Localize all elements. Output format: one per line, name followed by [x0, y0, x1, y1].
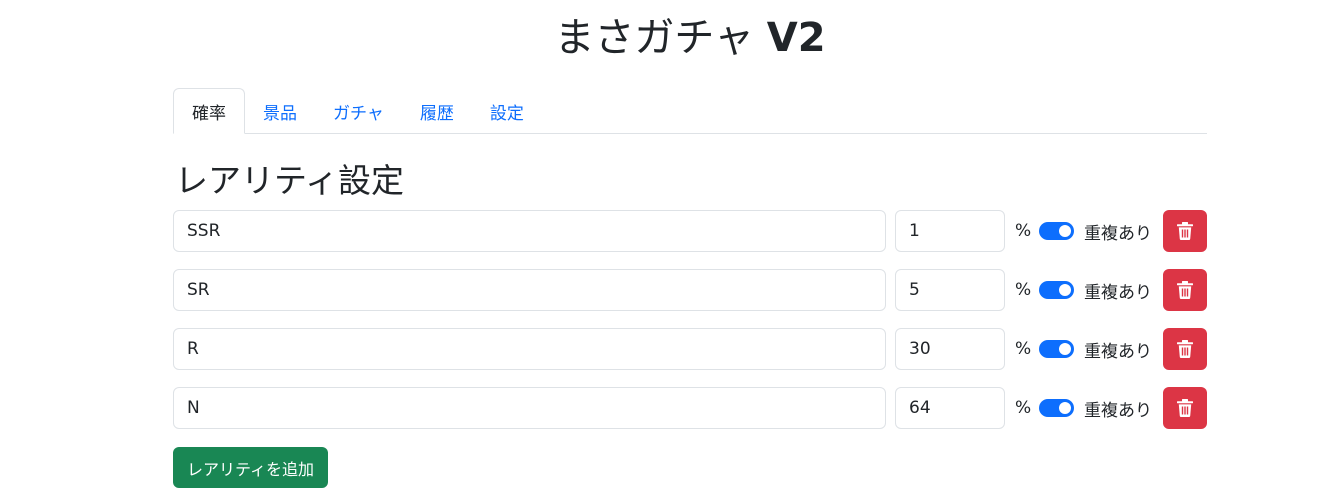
tab-probability[interactable]: 確率 [173, 88, 245, 134]
duplicate-label: 重複あり [1084, 283, 1152, 303]
percent-unit: % [1015, 280, 1032, 300]
app-title-version: V2 [766, 15, 826, 61]
toggle-knob [1059, 343, 1071, 355]
percent-unit: % [1015, 221, 1032, 241]
rarity-row: % 重複あり [173, 387, 1207, 429]
delete-rarity-button[interactable] [1163, 210, 1207, 252]
rarity-name-input[interactable] [173, 269, 886, 311]
tab-bar: 確率 景品 ガチャ 履歴 設定 [173, 88, 1207, 134]
tab-settings[interactable]: 設定 [472, 88, 542, 134]
app-title: まさガチャ V2 [0, 10, 1320, 66]
trash-icon [1177, 222, 1193, 240]
trash-icon [1177, 340, 1193, 358]
duplicate-toggle[interactable] [1039, 281, 1074, 299]
duplicate-label: 重複あり [1084, 342, 1152, 362]
duplicate-label: 重複あり [1084, 224, 1152, 244]
rarity-row: % 重複あり [173, 210, 1207, 252]
rarity-row: % 重複あり [173, 269, 1207, 311]
tab-history[interactable]: 履歴 [402, 88, 472, 134]
rarity-name-input[interactable] [173, 387, 886, 429]
section-title: レアリティ設定 [175, 161, 405, 200]
rarity-rate-input[interactable] [895, 328, 1005, 370]
toggle-knob [1059, 225, 1071, 237]
duplicate-toggle[interactable] [1039, 399, 1074, 417]
rarity-row: % 重複あり [173, 328, 1207, 370]
delete-rarity-button[interactable] [1163, 328, 1207, 370]
trash-icon [1177, 281, 1193, 299]
rarity-name-input[interactable] [173, 210, 886, 252]
duplicate-label: 重複あり [1084, 401, 1152, 421]
delete-rarity-button[interactable] [1163, 269, 1207, 311]
delete-rarity-button[interactable] [1163, 387, 1207, 429]
add-rarity-button[interactable]: レアリティを追加 [173, 447, 329, 488]
tab-gacha[interactable]: ガチャ [315, 88, 402, 134]
trash-icon [1177, 399, 1193, 417]
app-title-main: まさガチャ [554, 15, 767, 61]
rarity-list: % 重複あり % 重複あり [173, 210, 1207, 446]
tab-prizes[interactable]: 景品 [245, 88, 315, 134]
rarity-rate-input[interactable] [895, 210, 1005, 252]
percent-unit: % [1015, 339, 1032, 359]
duplicate-toggle[interactable] [1039, 340, 1074, 358]
rarity-name-input[interactable] [173, 328, 886, 370]
percent-unit: % [1015, 398, 1032, 418]
toggle-knob [1059, 402, 1071, 414]
rarity-rate-input[interactable] [895, 387, 1005, 429]
toggle-knob [1059, 284, 1071, 296]
rarity-rate-input[interactable] [895, 269, 1005, 311]
duplicate-toggle[interactable] [1039, 222, 1074, 240]
